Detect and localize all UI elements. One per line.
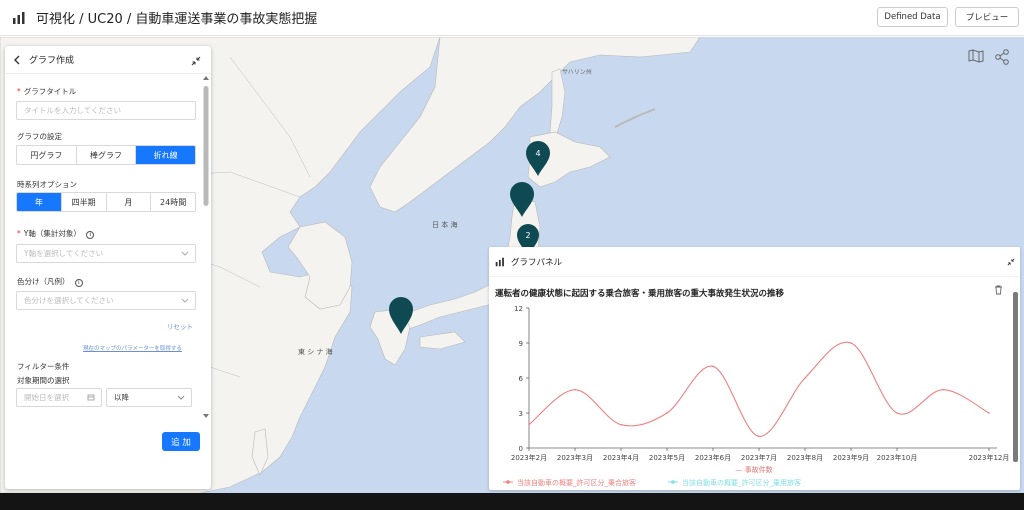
graph-type-bar[interactable]: 棒グラフ bbox=[77, 146, 137, 164]
collapse-icon[interactable] bbox=[191, 56, 201, 66]
timeseries-quarter[interactable]: 四半期 bbox=[62, 193, 107, 211]
panel-header: グラフ作成 bbox=[5, 46, 211, 74]
y-tick-label: 9 bbox=[519, 340, 523, 348]
graph-create-panel: グラフ作成 * グラフタイトル タイトルを入力してください グラフの設定 円グラフ… bbox=[5, 46, 211, 489]
y-tick-label: 6 bbox=[519, 375, 524, 383]
data-point bbox=[528, 423, 530, 426]
collapse-icon[interactable] bbox=[1007, 258, 1015, 266]
sakhalin-island bbox=[549, 68, 566, 138]
back-arrow-icon[interactable] bbox=[13, 55, 21, 65]
page-title: 可視化 / UC20 / 自動車運送事業の事故実態把握 bbox=[36, 12, 318, 27]
defined-data-button[interactable]: Defined Data bbox=[877, 7, 948, 27]
graph-scrollbar[interactable] bbox=[1013, 292, 1018, 462]
graph-panel: グラフパネル 運転者の健康状態に起因する乗合旅客・乗用旅客の重大事故発生状況の推… bbox=[489, 247, 1020, 490]
chevron-down-icon bbox=[181, 298, 189, 303]
graph-type-line[interactable]: 折れ線 bbox=[136, 146, 195, 164]
sakhalin-label: サハリン州 bbox=[562, 69, 592, 76]
chevron-down-icon bbox=[177, 395, 185, 400]
bottom-bar bbox=[0, 493, 1024, 510]
bar-chart-icon bbox=[13, 11, 25, 24]
series-line bbox=[528, 341, 990, 437]
info-icon[interactable]: i bbox=[74, 279, 83, 287]
graph-panel-title: グラフパネル bbox=[511, 257, 563, 268]
data-point bbox=[620, 423, 622, 426]
x-tick-label: 2023年8月 bbox=[787, 453, 823, 462]
data-point bbox=[574, 388, 576, 391]
timeseries-month[interactable]: 月 bbox=[107, 193, 152, 211]
graph-title-label: * グラフタイトル bbox=[17, 87, 77, 96]
shikoku-island bbox=[419, 331, 466, 350]
timeseries-year[interactable]: 年 bbox=[17, 193, 62, 211]
map-tools bbox=[968, 49, 1010, 65]
x-tick-label: 2023年10月 bbox=[877, 453, 918, 462]
map-params-link[interactable]: 現在のマップのパラメーターを取得する bbox=[83, 344, 182, 352]
color-label: 色分け（凡例） i bbox=[17, 276, 83, 287]
x-tick-label: 2023年9月 bbox=[833, 453, 869, 462]
network-icon[interactable] bbox=[994, 49, 1010, 65]
sea-of-japan-label: 日 本 海 bbox=[432, 220, 457, 229]
y-axis-select[interactable]: Y軸を選択してください bbox=[16, 244, 196, 263]
data-point bbox=[988, 412, 990, 414]
x-tick-label: 2023年6月 bbox=[695, 453, 731, 462]
marker-count: 4 bbox=[535, 149, 540, 158]
y-tick-label: 3 bbox=[519, 410, 523, 418]
data-point bbox=[712, 365, 714, 368]
color-select[interactable]: 色分けを選択してください bbox=[16, 291, 196, 310]
graph-title-input[interactable]: タイトルを入力してください bbox=[16, 101, 196, 120]
timeseries-24h[interactable]: 24時間 bbox=[151, 193, 195, 211]
add-button[interactable]: 追 加 bbox=[162, 432, 200, 451]
calendar-icon bbox=[87, 394, 95, 401]
trash-icon[interactable] bbox=[994, 285, 1003, 295]
legend-marker bbox=[506, 480, 510, 484]
x-tick-label: 2023年7月 bbox=[741, 453, 777, 462]
data-point bbox=[942, 388, 944, 391]
legend-marker bbox=[671, 480, 675, 484]
graph-panel-header: グラフパネル bbox=[489, 247, 1020, 277]
chevron-down-icon bbox=[181, 251, 189, 256]
legend-label: 当該自動車の概要_許可区分_乗合旅客 bbox=[517, 478, 636, 487]
info-icon[interactable]: i bbox=[86, 231, 95, 239]
chart-title: 運転者の健康状態に起因する乗合旅客・乗用旅客の重大事故発生状況の推移 bbox=[495, 289, 785, 299]
y-tick-label: 0 bbox=[519, 445, 523, 453]
start-date-input[interactable]: 開始日を選択 bbox=[16, 388, 102, 407]
kuril-islands bbox=[614, 108, 656, 128]
preview-button[interactable]: プレビュー bbox=[955, 7, 1019, 27]
marker-count: 2 bbox=[525, 231, 530, 240]
data-point bbox=[804, 377, 806, 379]
graph-type-pie[interactable]: 円グラフ bbox=[17, 146, 77, 164]
scrollbar[interactable] bbox=[203, 76, 209, 481]
x-tick-label: 2023年5月 bbox=[649, 453, 685, 462]
y-axis-label: * Y軸（集計対象） i bbox=[17, 228, 95, 239]
graph-type-selector: 円グラフ 棒グラフ 折れ線 bbox=[16, 145, 196, 165]
x-tick-label: 2023年2月 bbox=[511, 453, 547, 462]
graph-settings-label: グラフの設定 bbox=[17, 132, 62, 141]
timeseries-label: 時系列オプション bbox=[17, 180, 77, 189]
period-label: 対象期間の選択 bbox=[17, 376, 70, 385]
bar-chart-icon bbox=[495, 257, 504, 266]
reset-link[interactable]: リセット bbox=[167, 321, 193, 331]
period-mode-select[interactable]: 以降 bbox=[106, 388, 192, 407]
x-tick-label: 2023年4月 bbox=[603, 453, 639, 462]
line-chart: 0 3 6 9 12 2023年2月 2023年3月 2023年4月 2023年5月 2023年6… bbox=[503, 305, 1010, 487]
filter-label: フィルター条件 bbox=[17, 362, 70, 371]
data-point bbox=[758, 435, 760, 438]
panel-title: グラフ作成 bbox=[29, 56, 75, 66]
x-tick-label: 2023年3月 bbox=[557, 453, 593, 462]
timeseries-selector: 年 四半期 月 24時間 bbox=[16, 192, 196, 212]
data-point bbox=[896, 412, 898, 414]
legend-title: — 事故件数 bbox=[735, 465, 772, 474]
top-bar: 可視化 / UC20 / 自動車運送事業の事故実態把握 bbox=[0, 0, 1024, 36]
data-point bbox=[850, 342, 852, 344]
legend-label: 当該自動車の概要_許可区分_乗用旅客 bbox=[682, 478, 801, 487]
x-tick-label: 2023年12月 bbox=[969, 453, 1010, 462]
east-china-sea-label: 東 シ ナ 海 bbox=[298, 347, 333, 356]
map-icon[interactable] bbox=[968, 49, 984, 63]
y-tick-label: 12 bbox=[514, 305, 523, 313]
data-point bbox=[666, 412, 668, 414]
